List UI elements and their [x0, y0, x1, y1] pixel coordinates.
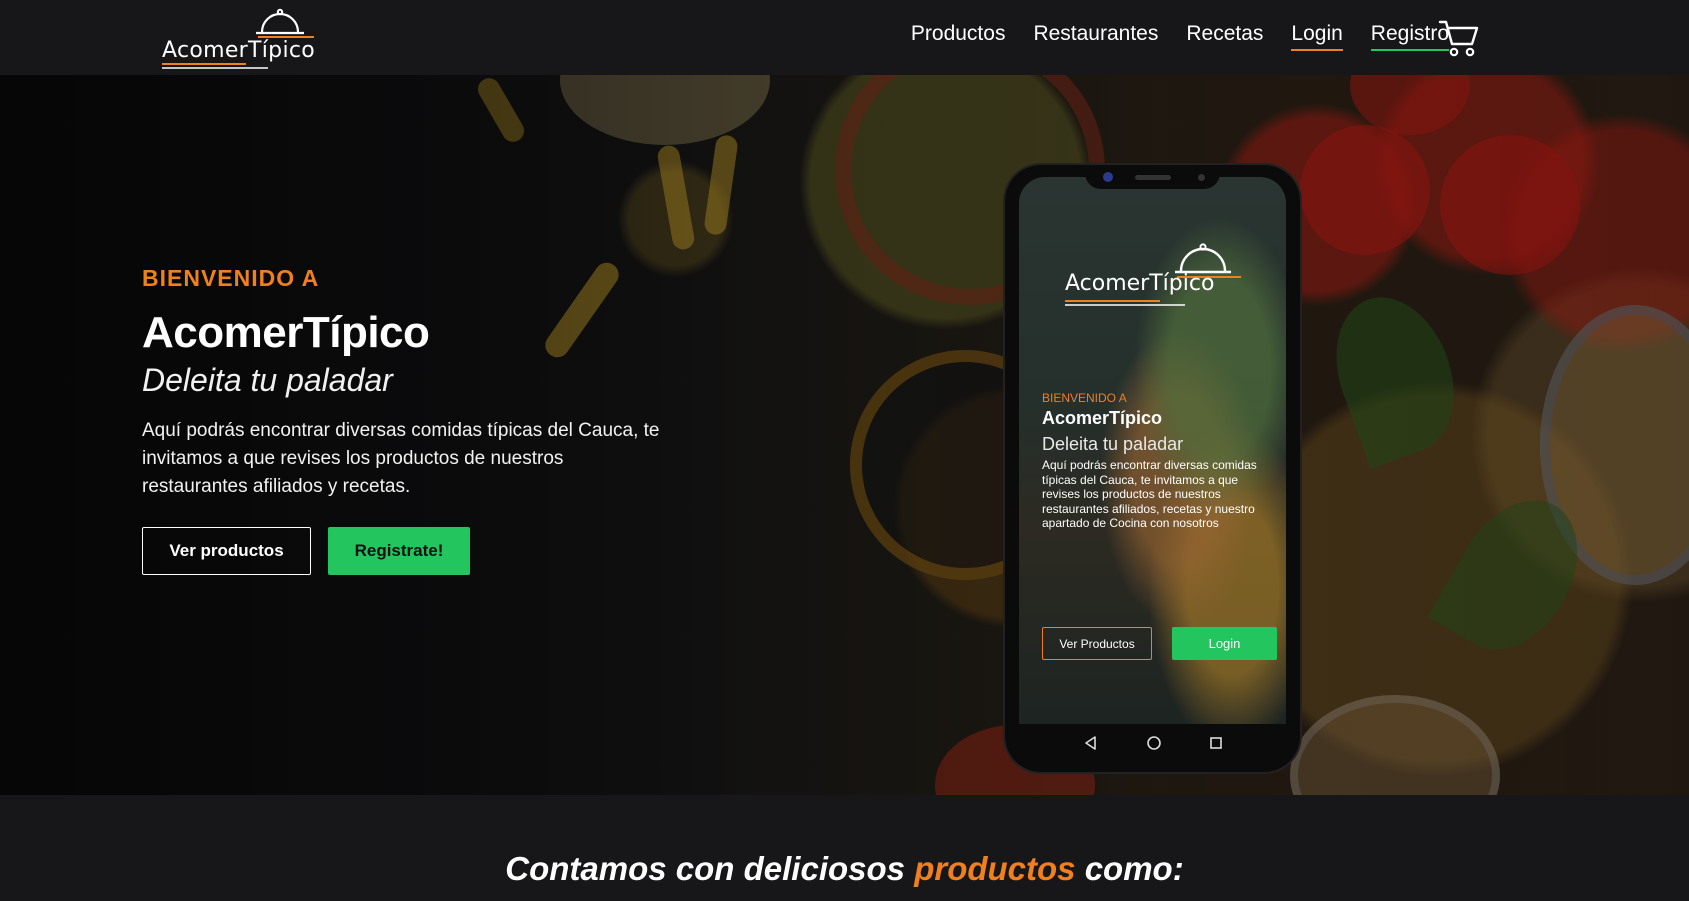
phone-logo-text: AcomerTípico	[1065, 271, 1215, 296]
products-section-title: Contamos con deliciosos productos como:	[0, 850, 1689, 888]
section-title-highlight: productos	[914, 850, 1076, 887]
phone-login-button[interactable]: Login	[1172, 627, 1277, 660]
phone-mockup: AcomerTípico BIENVENIDO A AcomerTípico D…	[1005, 165, 1300, 772]
phone-ver-productos-button[interactable]: Ver Productos	[1042, 627, 1152, 660]
registrate-button[interactable]: Registrate!	[328, 527, 470, 575]
hero-section: BIENVENIDO A AcomerTípico Deleita tu pal…	[0, 75, 1689, 795]
phone-screen: AcomerTípico BIENVENIDO A AcomerTípico D…	[1019, 177, 1286, 724]
cart-icon[interactable]	[1438, 18, 1480, 58]
nav-restaurantes[interactable]: Restaurantes	[1033, 22, 1158, 51]
hero-description: Aquí podrás encontrar diversas comidas t…	[142, 420, 660, 497]
phone-title: AcomerTípico	[1042, 408, 1163, 428]
main-nav: Productos Restaurantes Recetas Login Reg…	[911, 22, 1449, 51]
hero-buttons: Ver productos Registrate!	[142, 527, 662, 575]
phone-eyebrow: BIENVENIDO A	[1042, 391, 1127, 405]
hero-title: AcomerTípico	[142, 308, 430, 357]
home-icon[interactable]	[1146, 735, 1162, 751]
phone-tagline: Deleita tu paladar	[1042, 434, 1184, 454]
ver-productos-button[interactable]: Ver productos	[142, 527, 311, 575]
nav-login[interactable]: Login	[1291, 22, 1343, 51]
phone-logo: AcomerTípico	[1065, 239, 1245, 309]
hero-tagline: Deleita tu paladar	[142, 362, 393, 398]
nav-recetas[interactable]: Recetas	[1186, 22, 1263, 51]
top-navbar: AcomerTípico Productos Restaurantes Rece…	[0, 0, 1689, 75]
phone-description: Aquí podrás encontrar diversas comidas t…	[1042, 458, 1257, 530]
site-logo[interactable]: AcomerTípico	[158, 6, 318, 70]
speaker-icon	[1135, 175, 1171, 180]
nav-productos[interactable]: Productos	[911, 22, 1006, 51]
camera-icon	[1103, 172, 1113, 182]
back-icon[interactable]	[1083, 735, 1099, 751]
hero-content: BIENVENIDO A AcomerTípico Deleita tu pal…	[142, 265, 662, 575]
section-title-before: Contamos con deliciosos	[505, 850, 915, 887]
hero-eyebrow: BIENVENIDO A	[142, 265, 320, 291]
sensor-icon	[1198, 174, 1205, 181]
recents-icon[interactable]	[1209, 736, 1223, 750]
logo-text: AcomerTípico	[162, 38, 316, 63]
phone-system-nav	[1019, 724, 1286, 762]
section-title-after: como:	[1075, 850, 1184, 887]
